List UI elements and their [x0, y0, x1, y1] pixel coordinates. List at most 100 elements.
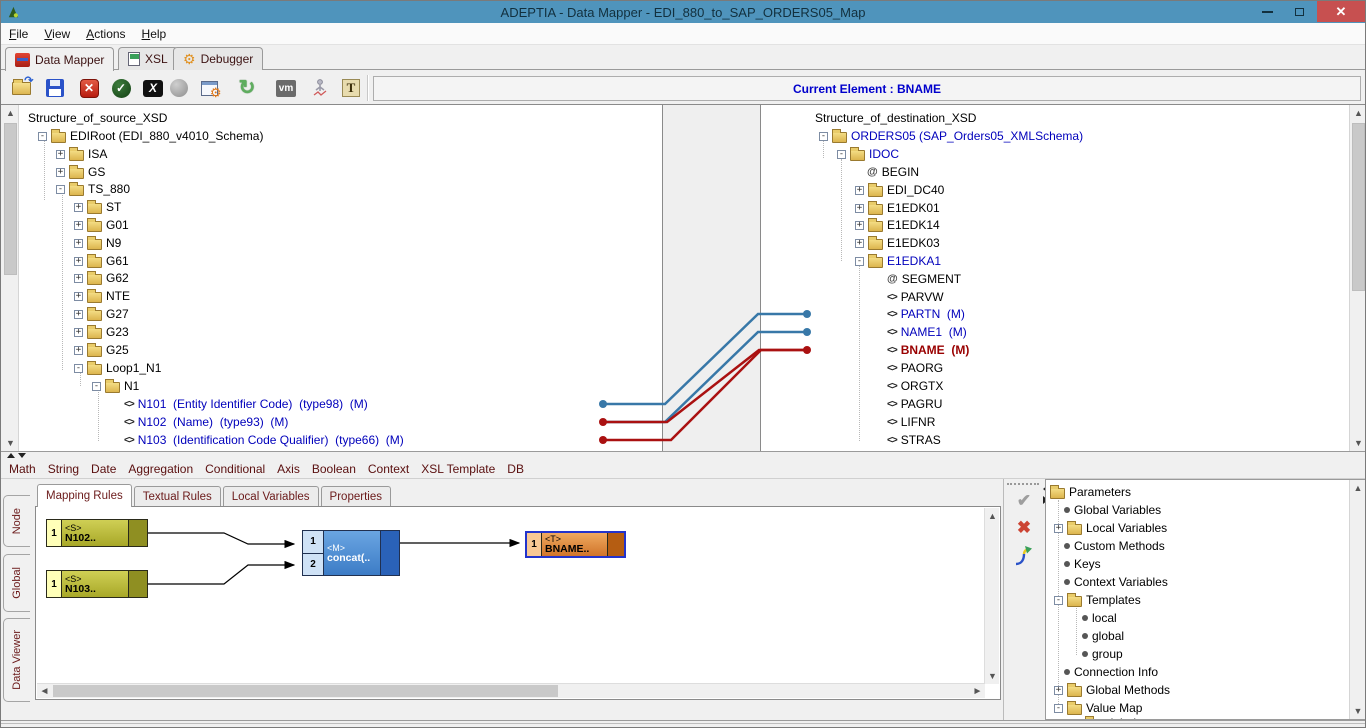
- expand-icon[interactable]: +: [855, 186, 864, 195]
- tree-item-e1edk14[interactable]: +E1EDK14: [855, 216, 940, 234]
- func-aggregation[interactable]: Aggregation: [128, 462, 193, 476]
- tree-item-keys[interactable]: Keys: [1064, 555, 1101, 573]
- properties-button[interactable]: [197, 76, 221, 100]
- tree-item-local-variables[interactable]: +Local Variables: [1054, 519, 1167, 537]
- tree-item-global-methods[interactable]: +Global Methods: [1054, 681, 1170, 699]
- tree-item-begin[interactable]: @BEGIN: [867, 163, 919, 181]
- expand-icon[interactable]: +: [74, 257, 83, 266]
- tree-item-connection-info[interactable]: Connection Info: [1064, 663, 1158, 681]
- tree-item-pagru[interactable]: <>PAGRU: [887, 395, 942, 413]
- func-conditional[interactable]: Conditional: [205, 462, 265, 476]
- tree-item-isa[interactable]: +ISA: [56, 145, 107, 163]
- scroll-thumb[interactable]: [53, 685, 558, 697]
- scroll-left-icon[interactable]: ◄: [37, 684, 52, 698]
- scroll-right-icon[interactable]: ►: [970, 684, 985, 698]
- tree-item-gs[interactable]: +GS: [56, 163, 105, 181]
- tree-item-e1edk01[interactable]: +E1EDK01: [855, 199, 940, 217]
- tree-item-g62[interactable]: +G62: [74, 269, 129, 287]
- tree-item-g25[interactable]: +G25: [74, 341, 129, 359]
- expand-icon[interactable]: +: [56, 150, 65, 159]
- tab-mapping-rules[interactable]: Mapping Rules: [37, 484, 132, 507]
- side-tab-global[interactable]: Global: [3, 554, 30, 612]
- expand-icon[interactable]: +: [74, 328, 83, 337]
- apply-check-icon[interactable]: ✔: [1012, 489, 1036, 513]
- tree-item-edi-dc40[interactable]: +EDI_DC40: [855, 181, 944, 199]
- generate-xsl-button[interactable]: X: [141, 76, 165, 100]
- tree-item-g01[interactable]: +G01: [74, 216, 129, 234]
- collapse-icon[interactable]: -: [74, 364, 83, 373]
- close-button[interactable]: ✕: [1317, 1, 1365, 22]
- expand-icon[interactable]: +: [74, 310, 83, 319]
- collapse-icon[interactable]: -: [56, 185, 65, 194]
- tree-item-templates-global[interactable]: global: [1082, 627, 1124, 645]
- collapse-icon[interactable]: -: [38, 132, 47, 141]
- func-boolean[interactable]: Boolean: [312, 462, 356, 476]
- auto-map-arrow-icon[interactable]: [1012, 544, 1036, 568]
- expand-icon[interactable]: +: [74, 274, 83, 283]
- tree-item-n1[interactable]: -N1: [92, 377, 139, 395]
- scroll-down-icon[interactable]: ▼: [1350, 703, 1366, 719]
- tree-item-n9[interactable]: +N9: [74, 234, 121, 252]
- delete-rule-button[interactable]: ✕: [77, 76, 101, 100]
- expand-icon[interactable]: +: [74, 292, 83, 301]
- restore-button[interactable]: [1285, 1, 1313, 22]
- collapse-icon[interactable]: -: [819, 132, 828, 141]
- splitter-up-icon[interactable]: [7, 453, 15, 458]
- menu-view[interactable]: View: [44, 27, 70, 41]
- expand-icon[interactable]: +: [1054, 524, 1063, 533]
- tree-item-orgtx[interactable]: <>ORGTX: [887, 377, 943, 395]
- validate-button[interactable]: ✓: [109, 76, 133, 100]
- tab-local-variables[interactable]: Local Variables: [223, 486, 319, 507]
- tree-item-g27[interactable]: +G27: [74, 305, 129, 323]
- func-xsl-template[interactable]: XSL Template: [421, 462, 495, 476]
- menu-actions[interactable]: Actions: [86, 27, 125, 41]
- tree-item-ts880[interactable]: -TS_880: [56, 180, 130, 198]
- collapse-icon[interactable]: -: [1054, 596, 1063, 605]
- tab-properties[interactable]: Properties: [321, 486, 391, 507]
- expand-icon[interactable]: +: [1054, 686, 1063, 695]
- tree-item-idoc[interactable]: -IDOC: [837, 145, 899, 163]
- tree-item-custom-methods[interactable]: Custom Methods: [1064, 537, 1165, 555]
- tree-item-n101[interactable]: <>N101 (Entity Identifier Code) (type98)…: [124, 395, 368, 413]
- side-tab-data-viewer[interactable]: Data Viewer: [3, 618, 30, 702]
- scroll-thumb[interactable]: [4, 123, 17, 275]
- collapse-icon[interactable]: -: [1054, 704, 1063, 713]
- expand-icon[interactable]: +: [56, 168, 65, 177]
- expand-icon[interactable]: +: [855, 239, 864, 248]
- expand-icon[interactable]: +: [74, 346, 83, 355]
- debug-run-button[interactable]: [308, 76, 332, 100]
- collapse-icon[interactable]: -: [837, 150, 846, 159]
- tree-item-e1edka1[interactable]: -E1EDKA1: [855, 252, 941, 270]
- scroll-up-icon[interactable]: ▲: [1350, 105, 1366, 121]
- save-button[interactable]: [43, 76, 67, 100]
- vm-button[interactable]: vm: [274, 76, 298, 100]
- tab-xsl[interactable]: XSL: [118, 47, 178, 70]
- scroll-down-icon[interactable]: ▼: [1350, 435, 1366, 451]
- tree-item-parameters[interactable]: Parameters: [1050, 483, 1131, 501]
- tree-item-st[interactable]: +ST: [74, 198, 121, 216]
- strip-handle[interactable]: [1007, 483, 1039, 485]
- source-tree-scrollbar[interactable]: ▲ ▼: [2, 105, 19, 451]
- tree-item-g23[interactable]: +G23: [74, 323, 129, 341]
- func-math[interactable]: Math: [9, 462, 36, 476]
- tab-data-mapper[interactable]: Data Mapper: [5, 47, 114, 71]
- expand-icon[interactable]: +: [74, 203, 83, 212]
- text-tool-button[interactable]: T: [339, 76, 363, 100]
- scroll-thumb[interactable]: [1352, 123, 1365, 291]
- target-node-bname[interactable]: 1 <T>BNAME..: [525, 531, 626, 558]
- open-map-button[interactable]: [9, 76, 33, 100]
- source-node-n103[interactable]: 1 <S>N103..: [46, 570, 148, 598]
- tree-item-ediroot[interactable]: -EDIRoot (EDI_880_v4010_Schema): [38, 127, 263, 145]
- tab-textual-rules[interactable]: Textual Rules: [134, 486, 221, 507]
- tree-item-segment[interactable]: @SEGMENT: [887, 270, 961, 288]
- func-db[interactable]: DB: [507, 462, 524, 476]
- tree-item-bname[interactable]: <>BNAME (M): [887, 341, 969, 359]
- discard-cross-icon[interactable]: ✖: [1012, 516, 1036, 540]
- tree-item-lifnr[interactable]: <>LIFNR: [887, 413, 935, 431]
- func-string[interactable]: String: [48, 462, 79, 476]
- destination-tree-scrollbar[interactable]: ▲ ▼: [1349, 105, 1366, 451]
- tree-item-global-variables[interactable]: Global Variables: [1064, 501, 1161, 519]
- tree-item-name1[interactable]: <>NAME1 (M): [887, 323, 967, 341]
- expand-icon[interactable]: +: [74, 239, 83, 248]
- canvas-vertical-scrollbar[interactable]: ▲ ▼: [984, 508, 999, 684]
